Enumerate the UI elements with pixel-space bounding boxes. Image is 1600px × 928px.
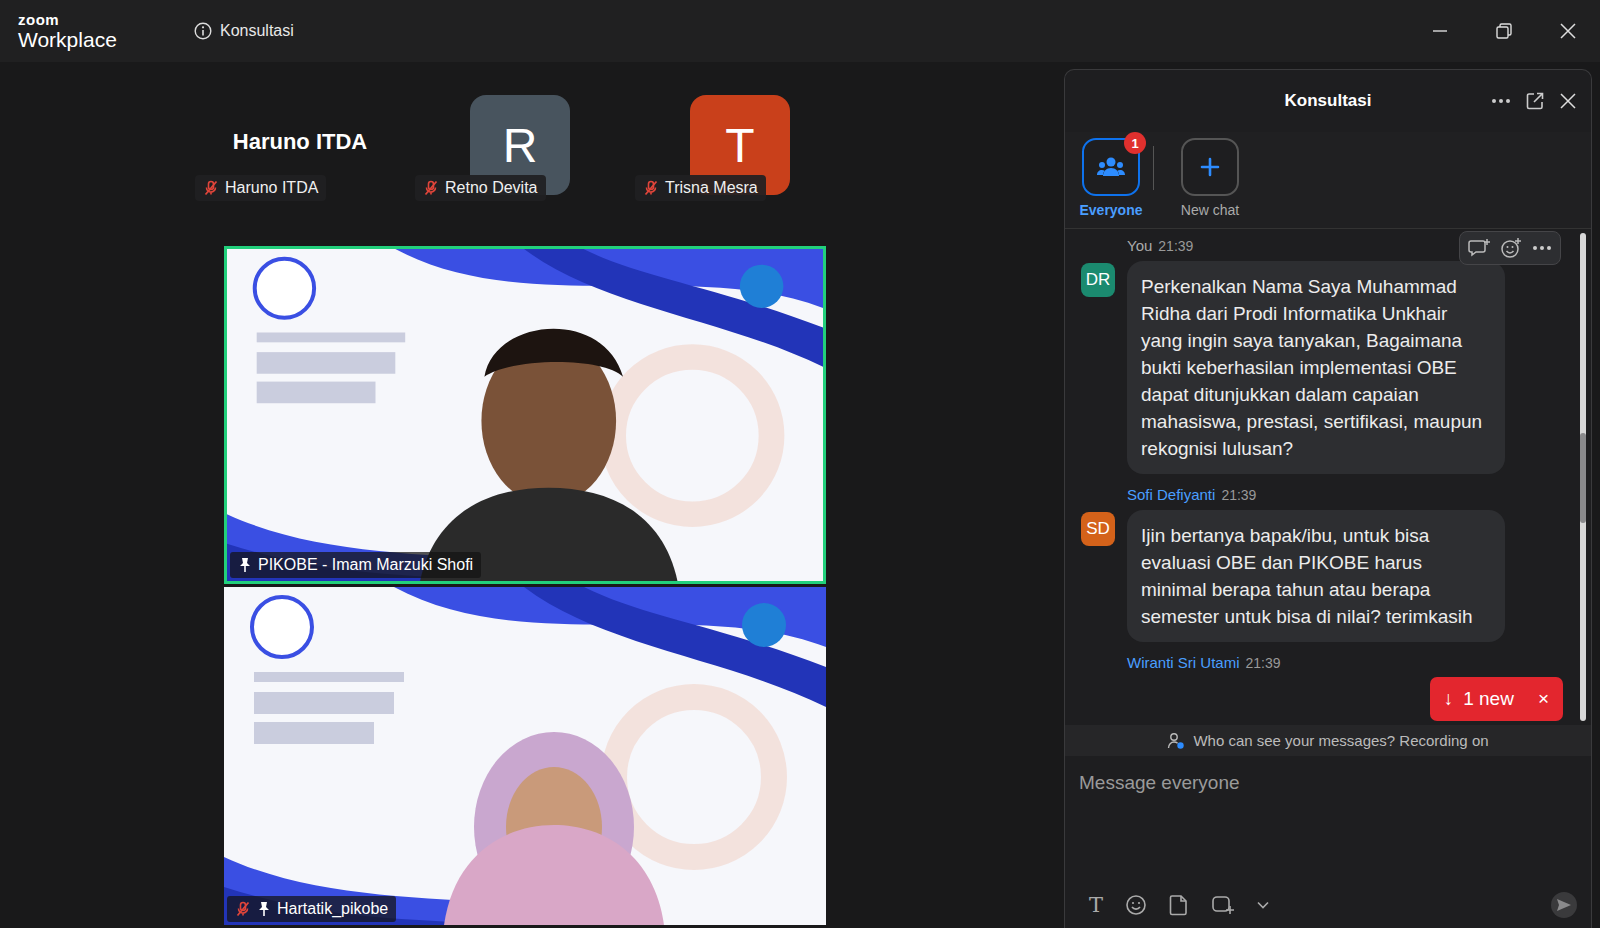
participant-tile[interactable]: Haruno ITDA Haruno ITDA: [190, 95, 410, 210]
chat-tab[interactable]: New chat: [1160, 138, 1260, 218]
header-icons: [1371, 91, 1577, 111]
participant-label: Retno Devita: [415, 175, 546, 201]
restore-button[interactable]: [1472, 0, 1536, 62]
visibility-notice[interactable]: Who can see your messages? Recording on: [1065, 725, 1591, 756]
chevron-icon[interactable]: [1257, 901, 1269, 909]
video-name: Hartatik_pikobe: [277, 900, 388, 918]
logo-top: zoom: [18, 12, 148, 27]
video-label: Hartatik_pikobe: [227, 896, 396, 922]
message-bubble: Ijin bertanya bapak/ibu, untuk bisa eval…: [1127, 510, 1505, 642]
message-header: Sofi Defiyanti 21:39: [1127, 486, 1561, 506]
zoom-logo: zoom Workplace: [18, 12, 148, 50]
participant-tile[interactable]: TTrisna Mesra: [630, 95, 850, 210]
video-name: PIKOBE - Imam Marzuki Shofi: [258, 556, 473, 574]
message-list: You 21:39 DR Perkenalkan Nama Saya Muhammad…: [1065, 229, 1591, 674]
chat-title: Konsultasi: [1285, 91, 1372, 111]
chat-message: Sofi Defiyanti 21:39 SD Ijin bertanya bapak…: [1081, 486, 1561, 642]
message-input[interactable]: [1079, 768, 1577, 798]
participant-display-name: Haruno ITDA: [233, 95, 367, 155]
message-area: You 21:39 DR Perkenalkan Nama Saya Muhammad…: [1065, 229, 1591, 725]
participant-row: Haruno ITDA Haruno ITDA RRetno DevitaTTris…: [190, 95, 1064, 210]
chat-tab[interactable]: 1 Everyone: [1073, 138, 1149, 218]
reply-icon[interactable]: [1468, 238, 1490, 258]
tab-label: Everyone: [1079, 202, 1142, 218]
minimize-icon: [1431, 22, 1449, 40]
participant-label: Trisna Mesra: [635, 175, 766, 201]
chat-message: You 21:39 DR Perkenalkan Nama Saya Muhammad…: [1081, 237, 1561, 474]
pin-icon: [257, 901, 271, 917]
unread-badge: 1: [1124, 132, 1146, 154]
minimize-button[interactable]: [1408, 0, 1472, 62]
tab-icon-box: [1181, 138, 1239, 196]
video-stage: Haruno ITDA Haruno ITDA RRetno DevitaTTris…: [0, 62, 1064, 928]
participant-name: Haruno ITDA: [225, 179, 318, 197]
chat-message: Wiranti Sri Utami 21:39: [1081, 654, 1561, 674]
sender-avatar: SD: [1081, 512, 1115, 546]
down-arrow-icon: ↓: [1444, 688, 1454, 710]
participant-name: Trisna Mesra: [665, 179, 758, 197]
logo-bottom: Workplace: [18, 29, 148, 50]
muted-mic-icon: [643, 180, 659, 196]
muted-mic-icon: [423, 180, 439, 196]
sender-name: You: [1127, 237, 1152, 254]
participant-name: Retno Devita: [445, 179, 538, 197]
muted-mic-icon: [203, 180, 219, 196]
participant-label: Haruno ITDA: [195, 175, 326, 201]
plus-icon: [1198, 155, 1222, 179]
close-icon: [1559, 22, 1577, 40]
message-actions: [1459, 231, 1561, 265]
muted-mic-icon: [235, 901, 251, 917]
video-label: PIKOBE - Imam Marzuki Shofi: [230, 552, 481, 578]
message-bubble: Perkenalkan Nama Saya Muhammad Ridha dar…: [1127, 261, 1505, 474]
dismiss-icon[interactable]: ×: [1538, 688, 1549, 710]
send-icon[interactable]: [1551, 892, 1577, 918]
message-header: Wiranti Sri Utami 21:39: [1127, 654, 1561, 674]
new-messages-label: 1 new: [1463, 688, 1514, 710]
screenshot-icon[interactable]: [1211, 894, 1235, 916]
more-icon[interactable]: [1491, 98, 1511, 104]
message-time: 21:39: [1246, 655, 1281, 671]
more-icon[interactable]: [1532, 245, 1552, 251]
tab-separator: [1153, 146, 1154, 190]
meeting-main: Haruno ITDAHaruno ITDARRetno DevitaTTris…: [0, 62, 1600, 928]
close-button[interactable]: [1536, 0, 1600, 62]
message-time: 21:39: [1158, 238, 1193, 254]
new-messages-button[interactable]: ↓ 1 new ×: [1430, 677, 1563, 721]
add-reaction-icon[interactable]: [1500, 237, 1522, 259]
popout-icon[interactable]: [1525, 91, 1545, 111]
video-tile[interactable]: PIKOBE - Imam Marzuki Shofi: [224, 246, 826, 584]
pin-icon: [238, 557, 252, 573]
tab-icon-box: 1: [1082, 138, 1140, 196]
info-icon[interactable]: [194, 22, 212, 40]
title-bar: zoom Workplace Konsultasi: [0, 0, 1600, 62]
video-tile[interactable]: Hartatik_pikobe: [224, 587, 826, 925]
scrollbar[interactable]: [1580, 233, 1586, 721]
message-time: 21:39: [1221, 487, 1256, 503]
tab-label: New chat: [1181, 202, 1239, 218]
emoji-icon[interactable]: [1125, 894, 1147, 916]
video-column: PIKOBE - Imam Marzuki Shofi Hartatik_piko…: [224, 246, 1064, 925]
chat-panel: Konsultasi 1 Everyone New chat You 21:39 DR Per…: [1064, 69, 1592, 928]
meeting-title: Konsultasi: [194, 22, 294, 40]
notice-text: Who can see your messages? Recording on: [1193, 732, 1488, 749]
file-icon[interactable]: [1169, 894, 1189, 916]
sender-name: Sofi Defiyanti: [1127, 486, 1215, 503]
compose-area: T: [1065, 756, 1591, 928]
scroll-thumb[interactable]: [1580, 433, 1586, 523]
restore-icon: [1495, 22, 1513, 40]
chat-header: Konsultasi: [1065, 70, 1591, 132]
participant-tile[interactable]: RRetno Devita: [410, 95, 630, 210]
meeting-name: Konsultasi: [220, 22, 294, 40]
sender-avatar: DR: [1081, 263, 1115, 297]
person-icon: [1167, 732, 1185, 750]
format-icon[interactable]: T: [1089, 893, 1103, 917]
sender-name: Wiranti Sri Utami: [1127, 654, 1240, 671]
chat-tabs: 1 Everyone New chat: [1065, 132, 1591, 229]
close-icon[interactable]: [1559, 92, 1577, 110]
compose-toolbar: T: [1079, 892, 1577, 918]
group-icon: [1096, 154, 1126, 180]
